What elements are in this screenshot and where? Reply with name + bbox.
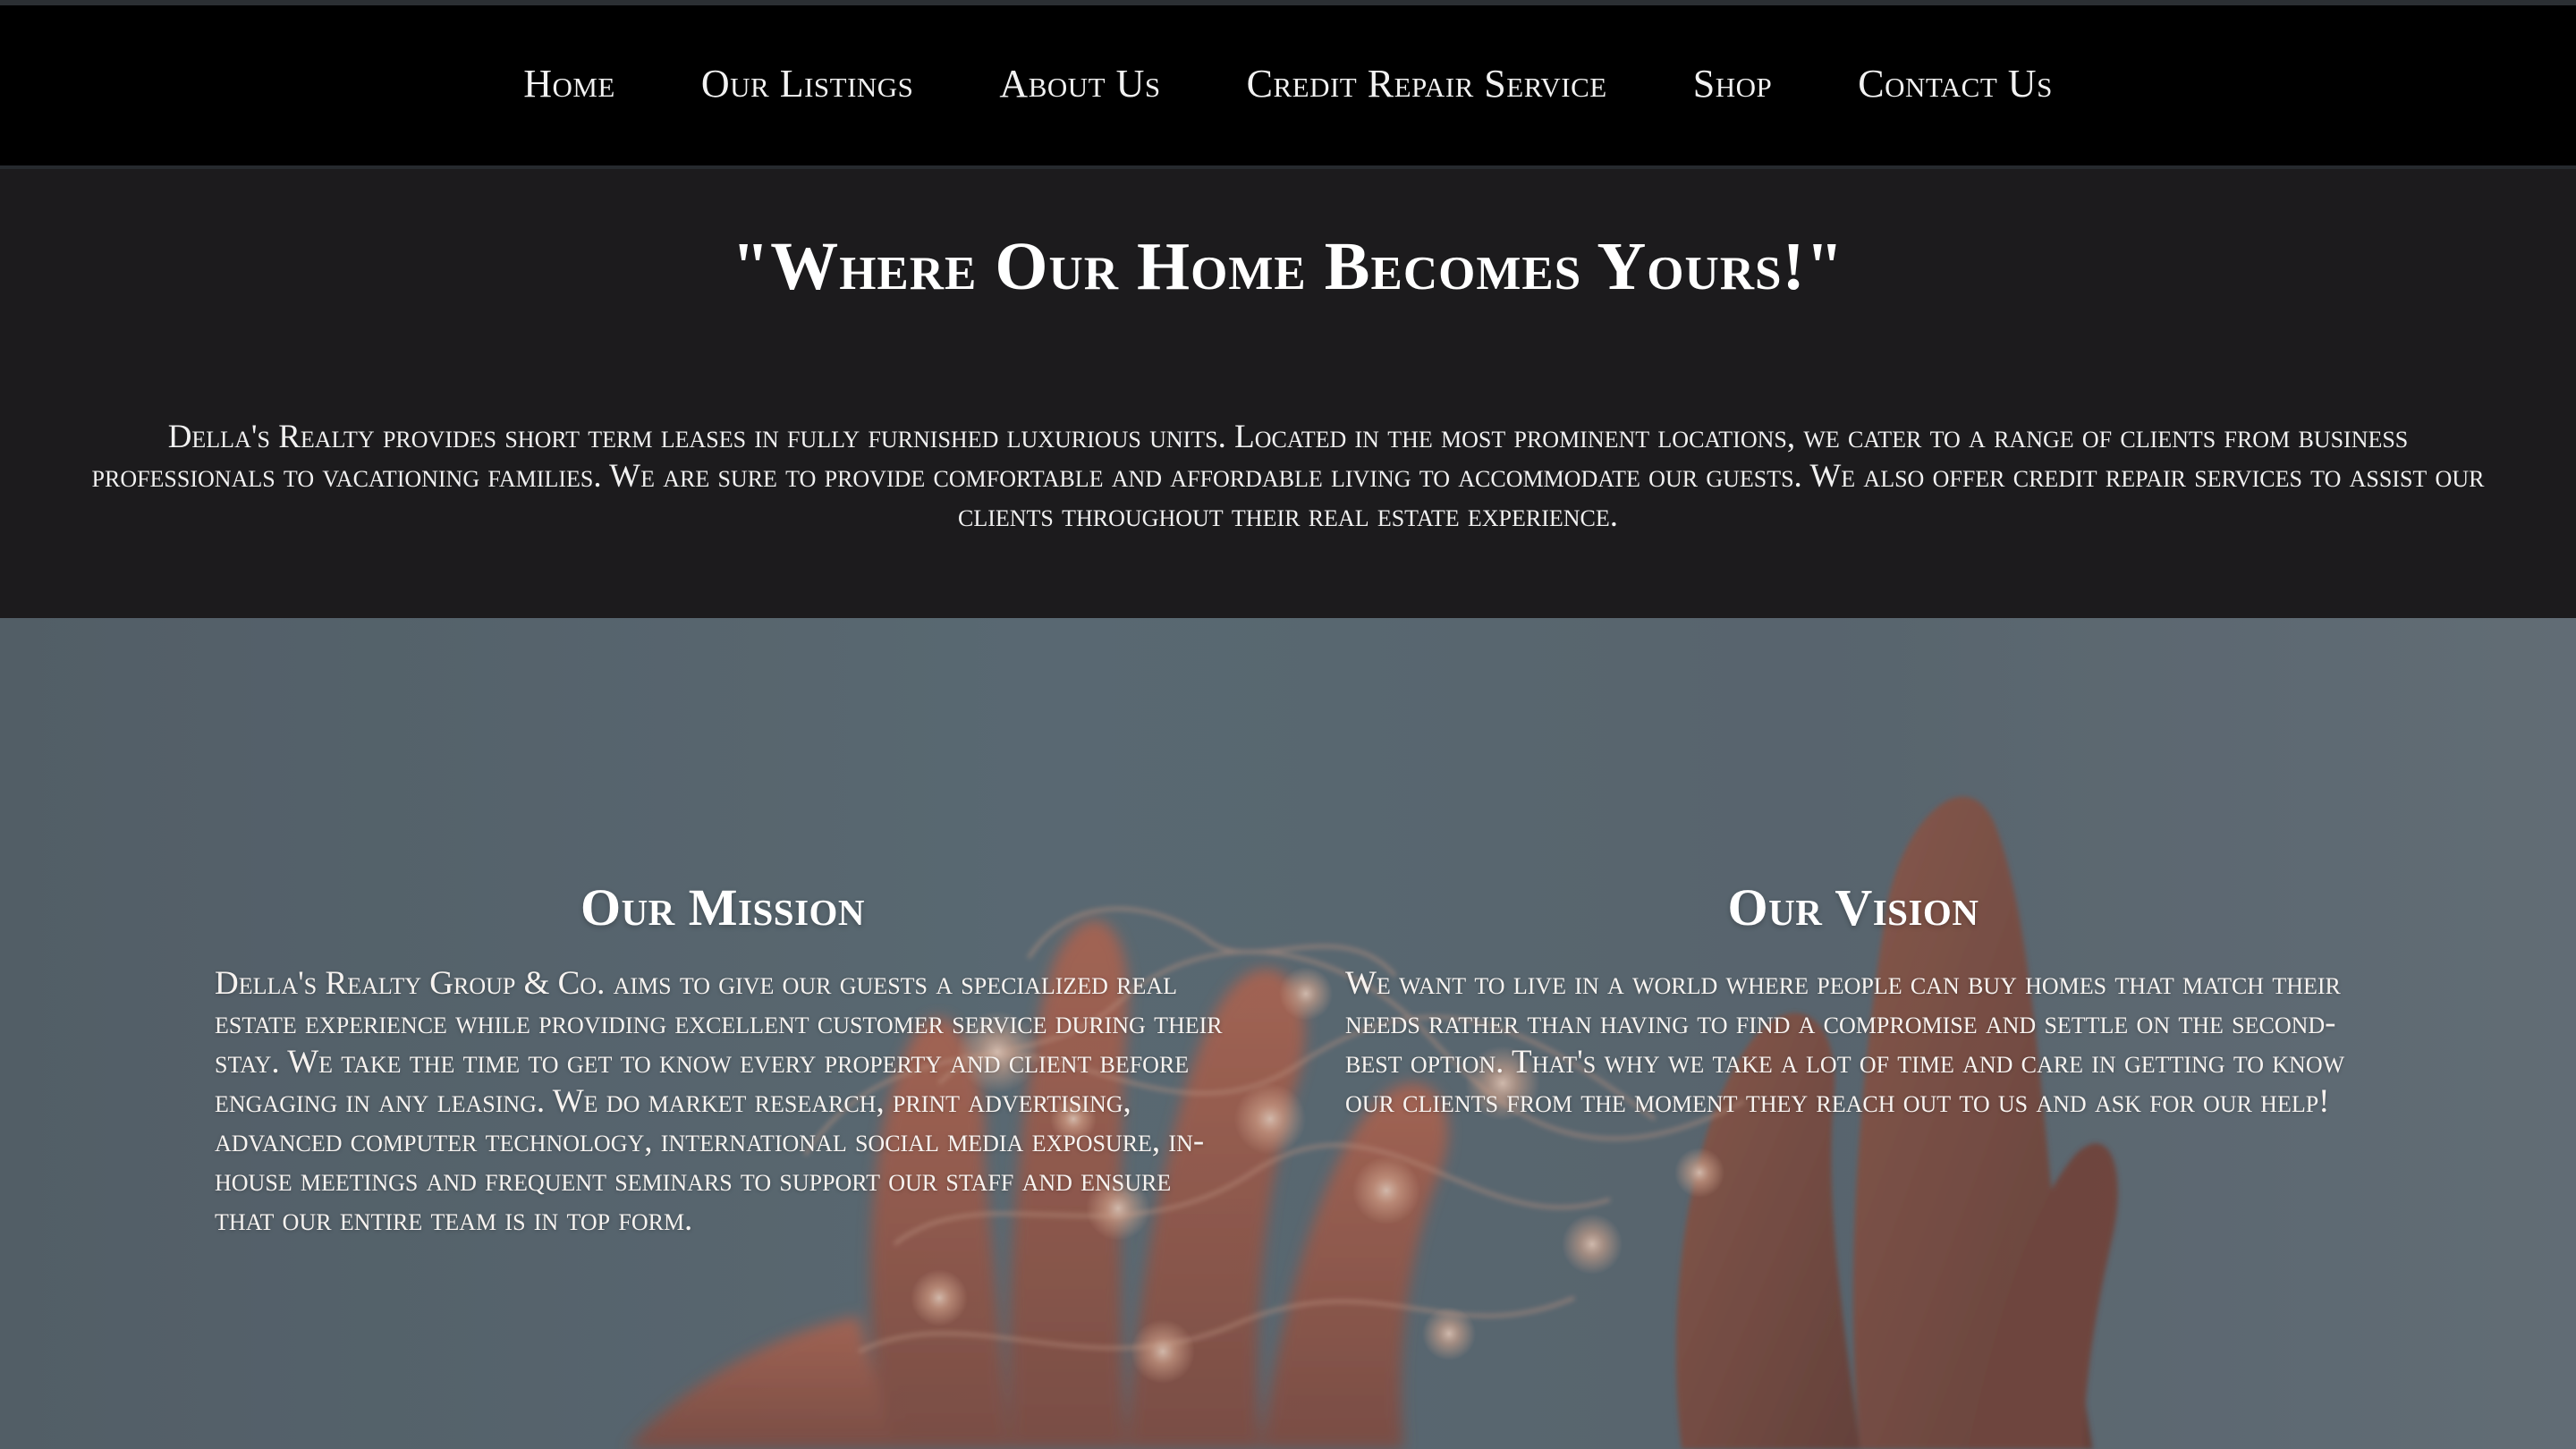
intro-title: "Where Our Home Becomes Yours!" [732, 229, 1844, 304]
vision-text: We want to live in a world where people … [1345, 965, 2345, 1120]
vision-heading: Our Vision [1727, 878, 1979, 936]
intro-section: "Where Our Home Becomes Yours!" Della's … [0, 169, 2576, 618]
nav-item-home[interactable]: Home [480, 61, 658, 106]
intro-text: Della's Realty provides short term lease… [91, 419, 2485, 534]
nav-item-about-us[interactable]: About Us [956, 61, 1203, 106]
nav-item-shop[interactable]: Shop [1650, 61, 1816, 106]
vision-column: Our Vision We want to live in a world wh… [1345, 877, 2365, 1122]
mission-column: Our Mission Della's Realty Group & Co. a… [215, 877, 1234, 1240]
mission-text: Della's Realty Group & Co. aims to give … [215, 965, 1223, 1238]
nav-item-contact-us[interactable]: Contact Us [1815, 61, 2096, 106]
nav-menu: Home Our Listings About Us Credit Repair… [0, 54, 2576, 113]
mission-heading: Our Mission [580, 878, 866, 936]
mission-vision-section: Our Mission Della's Realty Group & Co. a… [0, 618, 2576, 1449]
top-navbar: Home Our Listings About Us Credit Repair… [0, 0, 2576, 169]
nav-item-our-listings[interactable]: Our Listings [658, 61, 957, 106]
nav-item-credit-repair-service[interactable]: Credit Repair Service [1204, 61, 1650, 106]
